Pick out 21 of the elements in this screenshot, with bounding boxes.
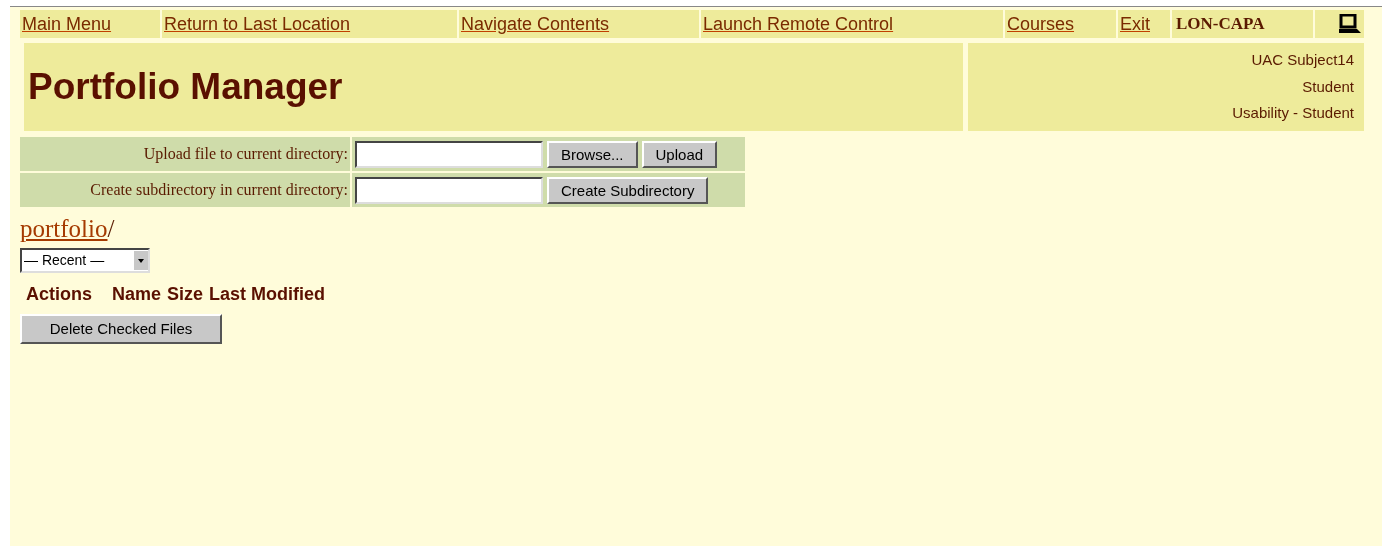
user-info: Usability - Student bbox=[1232, 103, 1354, 124]
column-header: Actions bbox=[26, 282, 92, 306]
form-label: Create subdirectory in current directory: bbox=[90, 180, 348, 201]
brand-name: LON-CAPA bbox=[1176, 13, 1265, 36]
page-title: Portfolio Manager bbox=[28, 65, 343, 110]
form-button[interactable]: Create Subdirectory bbox=[547, 176, 709, 204]
path-separator: / bbox=[107, 215, 115, 242]
user-info: Student bbox=[1302, 76, 1354, 97]
recent-dropdown[interactable]: — Recent — bbox=[20, 247, 150, 273]
form-label: Upload file to current directory: bbox=[143, 144, 348, 165]
form-button[interactable]: Browse... bbox=[547, 140, 638, 168]
form-button[interactable]: Upload bbox=[641, 140, 718, 168]
column-header: Name bbox=[112, 282, 162, 306]
delete-button[interactable]: Delete Checked Files bbox=[20, 313, 222, 344]
column-header: Size bbox=[167, 282, 204, 306]
text-field[interactable] bbox=[355, 176, 543, 204]
column-header: Last Modified bbox=[209, 282, 326, 306]
user-info: UAC Subject14 bbox=[1251, 50, 1354, 71]
computer-icon[interactable] bbox=[1338, 14, 1362, 34]
text-field[interactable] bbox=[355, 140, 543, 168]
portfolio-link[interactable]: portfolio bbox=[20, 215, 108, 242]
